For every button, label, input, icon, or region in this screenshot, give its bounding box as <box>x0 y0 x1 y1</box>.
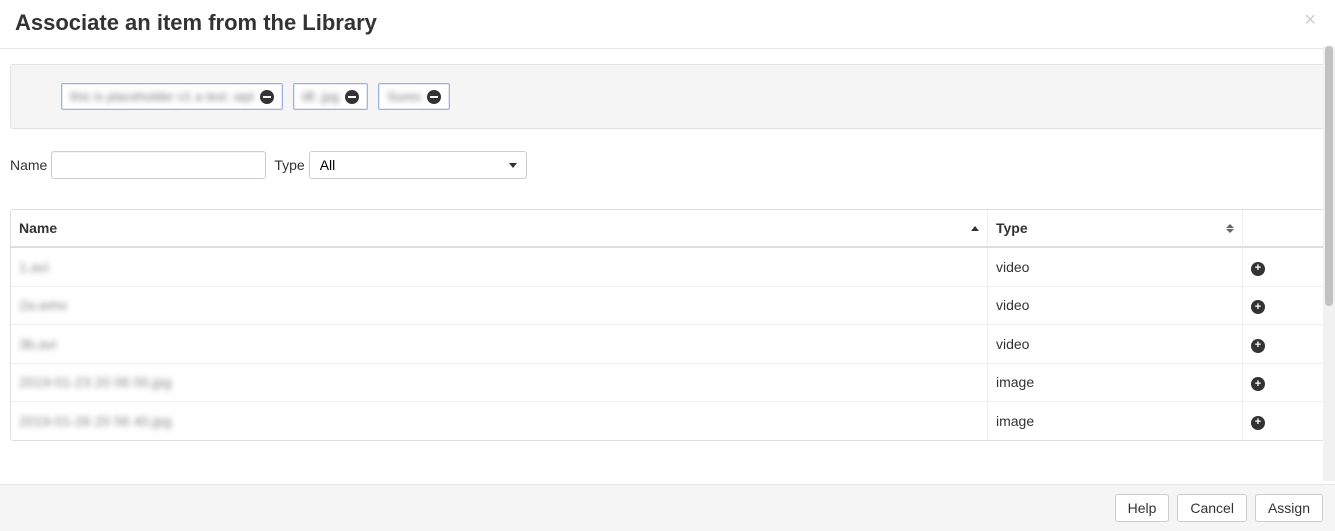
table-row: 1.avi video <box>11 248 1324 287</box>
scrollbar-track[interactable] <box>1323 46 1335 481</box>
item-type: video <box>996 297 1029 313</box>
name-filter-input[interactable] <box>51 151 266 179</box>
column-header-type-label: Type <box>996 220 1028 236</box>
help-button[interactable]: Help <box>1115 494 1170 522</box>
filter-bar: Name Type All <box>10 151 1325 179</box>
plus-circle-icon[interactable] <box>1251 377 1265 391</box>
item-name: 2019-01-26 20 56 40.jpg <box>19 413 172 429</box>
chip-label: Sures <box>387 89 421 104</box>
selected-chip[interactable]: dll .jpg <box>293 83 369 110</box>
item-name: 2019-01-23 20 06 00.jpg <box>19 374 172 390</box>
table-header-row: Name Type <box>11 210 1324 248</box>
plus-circle-icon[interactable] <box>1251 262 1265 276</box>
sort-both-icon <box>1226 224 1234 233</box>
column-header-name-label: Name <box>19 220 57 236</box>
close-icon[interactable]: × <box>1300 10 1320 30</box>
type-filter-select[interactable]: All <box>309 151 527 179</box>
plus-circle-icon[interactable] <box>1251 300 1265 314</box>
selected-chip[interactable]: this is placeholder v1 a text .wpl <box>61 83 283 110</box>
minus-circle-icon[interactable] <box>427 90 441 104</box>
sort-asc-icon <box>971 226 979 231</box>
modal-title: Associate an item from the Library <box>15 10 377 36</box>
item-type: image <box>996 374 1034 390</box>
modal-header: Associate an item from the Library × <box>0 0 1335 49</box>
plus-circle-icon[interactable] <box>1251 416 1265 430</box>
item-type: video <box>996 336 1029 352</box>
minus-circle-icon[interactable] <box>260 90 274 104</box>
assign-button[interactable]: Assign <box>1255 494 1323 522</box>
type-filter-select-wrap: All <box>309 151 527 179</box>
modal-footer: Help Cancel Assign <box>0 484 1335 531</box>
minus-circle-icon[interactable] <box>345 90 359 104</box>
table-row: 3b.avi video <box>11 325 1324 364</box>
selected-chip[interactable]: Sures <box>378 83 450 110</box>
scrollbar-thumb[interactable] <box>1325 46 1333 306</box>
table-row: 2019-01-23 20 06 00.jpg image <box>11 364 1324 403</box>
chip-label: dll .jpg <box>302 89 340 104</box>
column-header-name[interactable]: Name <box>11 210 987 248</box>
column-header-type[interactable]: Type <box>987 210 1242 248</box>
table-row: 2019-01-26 20 56 40.jpg image <box>11 402 1324 440</box>
selected-items-well: this is placeholder v1 a text .wpl dll .… <box>10 64 1325 129</box>
item-type: video <box>996 259 1029 275</box>
item-name: 2a.wmv <box>19 297 67 313</box>
modal-body: this is placeholder v1 a text .wpl dll .… <box>0 49 1335 441</box>
item-name: 1.avi <box>19 259 49 275</box>
cancel-button[interactable]: Cancel <box>1177 494 1247 522</box>
type-filter-label: Type <box>274 157 304 173</box>
name-filter-label: Name <box>10 157 47 173</box>
item-name: 3b.avi <box>19 336 56 352</box>
library-table: Name Type 1.avi video <box>10 209 1325 441</box>
selected-chips: this is placeholder v1 a text .wpl dll .… <box>61 83 1314 110</box>
chip-label: this is placeholder v1 a text .wpl <box>70 89 254 104</box>
column-header-action <box>1242 210 1324 248</box>
table-row: 2a.wmv video <box>11 287 1324 326</box>
item-type: image <box>996 413 1034 429</box>
plus-circle-icon[interactable] <box>1251 339 1265 353</box>
